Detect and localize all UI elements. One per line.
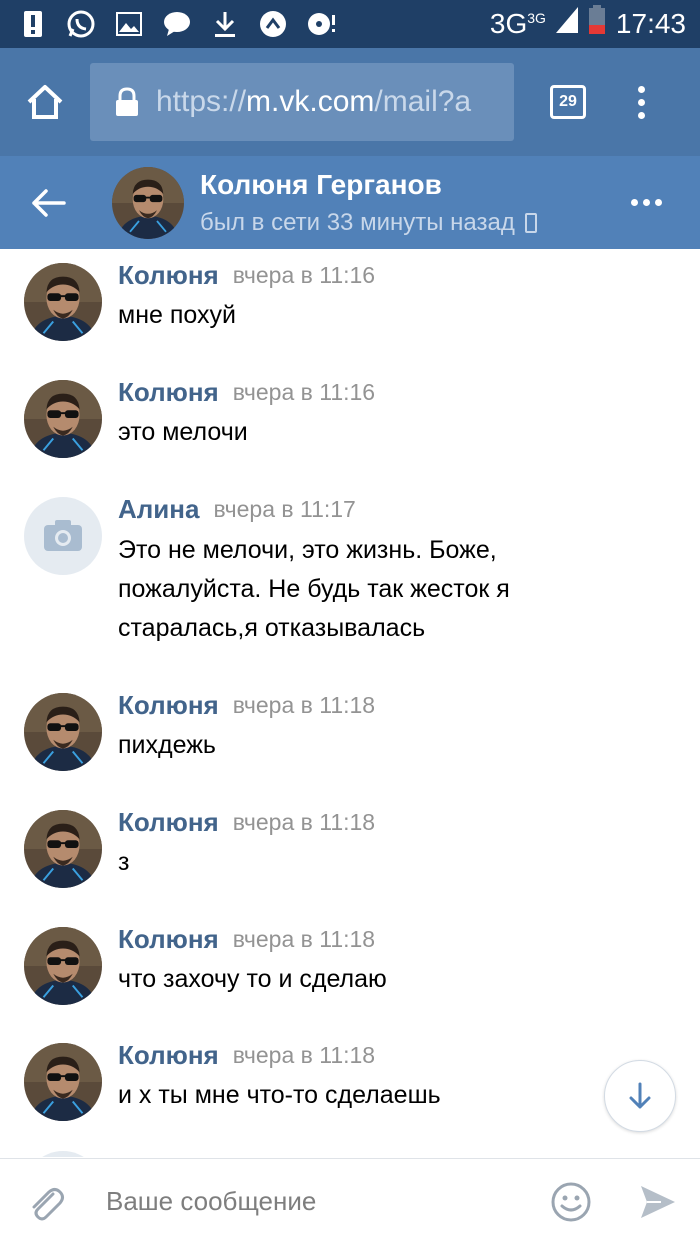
avatar[interactable] [24,810,102,888]
smile-icon [551,1182,591,1221]
contact-name: Колюня Герганов [200,168,442,200]
camera-icon [44,520,82,551]
message-author[interactable]: Колюня [118,377,219,408]
signal-icon [555,7,578,41]
more-dot-icon [655,199,662,206]
message-text: это мелочи [118,418,248,446]
message-time: вчера в 11:16 [232,261,376,288]
chat-icon [162,9,192,39]
gallery-icon [114,9,144,39]
browser-menu-button[interactable] [630,78,653,127]
message-input[interactable] [106,1171,526,1232]
lock-icon [116,87,138,116]
last-seen-status: был в сети 33 минуты назад [200,209,537,237]
avatar[interactable] [24,497,102,575]
status-bar: 3G3G 17:43 [0,0,700,48]
mobile-icon [524,212,537,233]
message-author[interactable]: Колюня [118,260,219,291]
avatar[interactable] [112,167,184,239]
home-button[interactable] [0,48,90,156]
message-text: з [118,848,130,876]
alert-icon [18,9,48,39]
send-icon [641,1185,675,1218]
avatar[interactable] [24,927,102,1005]
message-text: Это не мелочи, это жизнь. Боже, пожалуйс… [118,536,510,642]
message-time: вчера в 11:18 [232,1041,376,1068]
whatsapp-icon [66,9,96,39]
attach-button[interactable] [0,1159,90,1244]
message-time: вчера в 11:18 [232,691,376,718]
message-time: вчера в 11:18 [232,925,376,952]
menu-dot-icon [638,85,645,93]
back-button[interactable] [0,156,96,249]
message-text: пихдежь [118,731,216,759]
clock: 17:43 [615,8,686,39]
chat-title[interactable]: Колюня Герганов был в сети 33 минуты наз… [200,169,537,237]
address-bar[interactable]: https://m.vk.com/mail?a [90,63,514,141]
music-icon [306,9,336,39]
message-list[interactable]: Колюня вчера в 11:16 мне похуй Колюня вчер… [0,249,700,1157]
more-button[interactable] [623,191,670,214]
message-text: и х ты мне что-то сделаешь [118,1081,441,1109]
avatar[interactable] [24,380,102,458]
vpn-icon [258,9,288,39]
send-button[interactable] [632,1177,682,1227]
battery-icon [588,5,606,43]
message-author[interactable]: Алина [118,494,199,525]
browser-toolbar: https://m.vk.com/mail?a 29 [0,48,700,156]
message-author[interactable]: Колюня [118,807,219,838]
message-text: что захочу то и сделаю [118,965,387,993]
message-text: мне похуй [118,301,236,329]
message-author[interactable]: Колюня [118,1040,219,1071]
avatar[interactable] [24,1043,102,1121]
paperclip-icon [32,1187,64,1220]
avatar[interactable] [24,263,102,341]
more-dot-icon [643,199,650,206]
avatar [24,1151,102,1157]
avatar[interactable] [24,693,102,771]
message-time: вчера в 11:17 [213,495,356,522]
tabs-button[interactable]: 29 [550,85,586,119]
chat-header: Колюня Герганов был в сети 33 минуты наз… [0,156,700,249]
message-time: вчера в 11:16 [232,378,376,405]
network-type: 3G3G [489,8,546,39]
message-author[interactable]: Колюня [118,924,219,955]
home-icon [27,85,63,119]
scroll-down-button[interactable] [604,1060,676,1132]
message-time: вчера в 11:18 [232,808,376,835]
message-composer [0,1158,700,1244]
arrow-down-icon [629,1082,651,1109]
menu-dot-icon [638,98,645,106]
arrow-left-icon [32,188,66,217]
download-icon [210,9,240,39]
message-author[interactable]: Колюня [118,690,219,721]
menu-dot-icon [638,111,645,119]
url-text: https://m.vk.com/mail?a [156,85,472,118]
emoji-button[interactable] [546,1177,596,1227]
more-dot-icon [631,199,638,206]
